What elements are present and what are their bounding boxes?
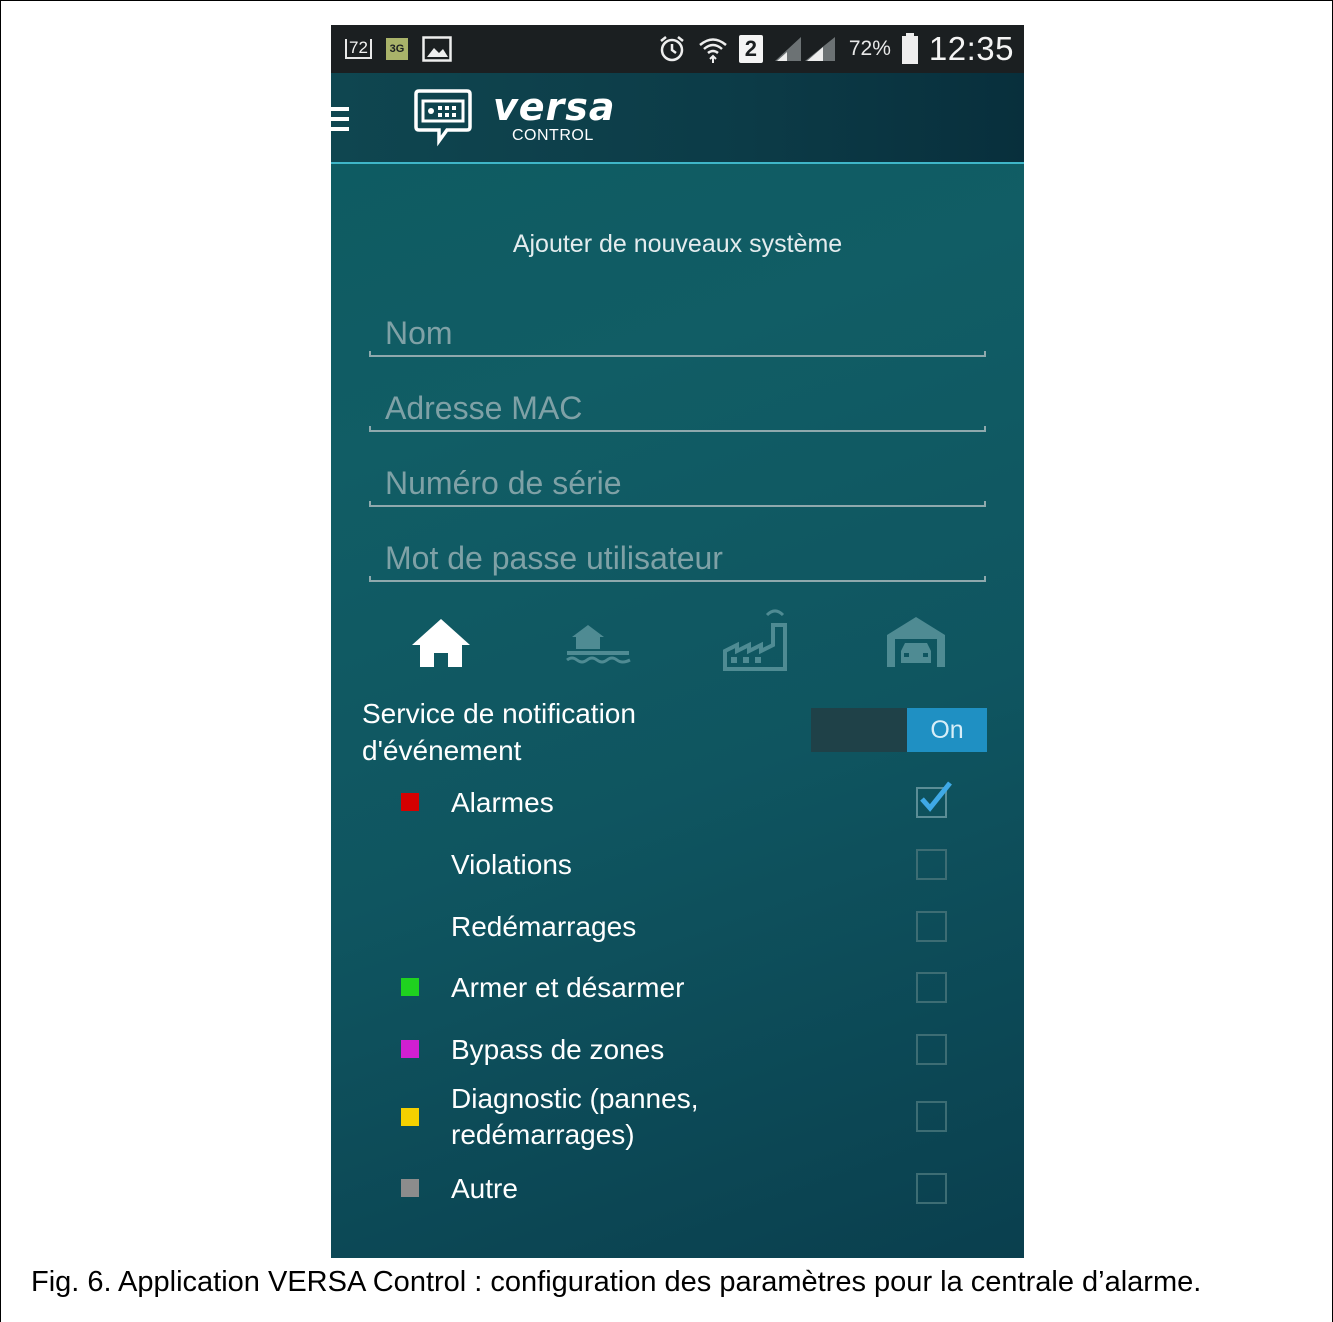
other-label: Autre <box>451 1173 518 1204</box>
zone-bypass-checkbox[interactable] <box>916 1034 947 1065</box>
mac-address-field <box>369 386 986 432</box>
user-password-field <box>369 536 986 582</box>
lake-house-icon[interactable] <box>564 605 634 675</box>
zone-bypass-color-swatch <box>401 1040 419 1058</box>
alarm-clock-icon <box>660 36 684 62</box>
battery-percentage: 72% <box>848 37 891 60</box>
restarts-checkbox[interactable] <box>916 911 947 942</box>
clock-time: 12:35 <box>928 30 1014 67</box>
other-color-swatch <box>401 1179 419 1197</box>
alarms-label: Alarmes <box>451 787 554 818</box>
system-type-selector <box>331 605 1024 675</box>
event-row-restarts: Redémarrages <box>331 907 1024 947</box>
diagnostic-checkbox[interactable] <box>916 1101 947 1132</box>
image-icon <box>422 36 452 62</box>
mac-address-input[interactable] <box>385 386 975 430</box>
alarms-checkbox[interactable] <box>916 781 952 818</box>
mobile-data-3g-icon: 3G <box>385 38 408 60</box>
system-icons: 2 72% 12:35 <box>657 25 1014 73</box>
event-row-zone-bypass: Bypass de zones <box>331 1030 1024 1070</box>
document-frame: 72 3G 2 72% 12:35 versa CONTROL Ajouter … <box>0 0 1333 1322</box>
notification-72-icon: 72 <box>345 39 372 59</box>
violations-checkbox[interactable] <box>916 849 947 880</box>
phone-screenshot: 72 3G 2 72% 12:35 versa CONTROL Ajouter … <box>331 25 1024 1258</box>
alarms-color-swatch <box>401 793 419 811</box>
event-row-other: Autre <box>331 1169 1024 1209</box>
event-row-diagnostic: Diagnostic (pannes, redémarrages) <box>331 1081 1024 1157</box>
app-bar: versa CONTROL <box>331 73 1024 164</box>
toggle-off-segment <box>811 708 907 752</box>
toggle-on-label: On <box>907 708 987 752</box>
name-field <box>369 311 986 357</box>
signal-strength-icon <box>774 37 835 61</box>
serial-number-field <box>369 461 986 507</box>
arm-disarm-color-swatch <box>401 978 419 996</box>
notification-service-toggle[interactable]: On <box>811 708 987 752</box>
hamburger-menu-icon[interactable] <box>331 107 349 131</box>
battery-icon <box>901 33 918 64</box>
notification-service-label: Service de notification d'événement <box>362 698 636 766</box>
garage-icon[interactable] <box>881 605 951 675</box>
name-input[interactable] <box>385 311 975 355</box>
user-password-input[interactable] <box>385 536 975 580</box>
restarts-label: Redémarrages <box>451 911 637 942</box>
wifi-icon <box>699 38 727 63</box>
brand-wordmark: versa <box>493 85 616 129</box>
notification-icons: 72 3G <box>345 25 452 73</box>
status-bar: 72 3G 2 72% 12:35 <box>331 25 1024 73</box>
violations-label: Violations <box>451 849 572 880</box>
diagnostic-color-swatch <box>401 1108 419 1126</box>
event-row-violations: Violations <box>331 845 1024 885</box>
event-row-arm-disarm: Armer et désarmer <box>331 968 1024 1008</box>
diagnostic-label: Diagnostic (pannes, redémarrages) <box>451 1083 699 1150</box>
form-title: Ajouter de nouveaux système <box>512 230 843 258</box>
event-row-alarms: Alarmes <box>331 781 1024 823</box>
sim-2-icon: 2 <box>738 35 763 63</box>
brand-subtitle: CONTROL <box>512 127 594 144</box>
arm-disarm-label: Armer et désarmer <box>451 972 685 1003</box>
arm-disarm-checkbox[interactable] <box>916 972 947 1003</box>
factory-icon[interactable] <box>721 605 791 675</box>
other-checkbox[interactable] <box>916 1173 947 1204</box>
versa-keypad-logo-icon <box>414 89 472 147</box>
serial-number-input[interactable] <box>385 461 975 505</box>
checkmark-icon <box>920 781 952 812</box>
figure-caption: Fig. 6. Application VERSA Control : conf… <box>31 1266 1202 1298</box>
zone-bypass-label: Bypass de zones <box>451 1034 665 1065</box>
house-icon[interactable] <box>406 605 476 675</box>
